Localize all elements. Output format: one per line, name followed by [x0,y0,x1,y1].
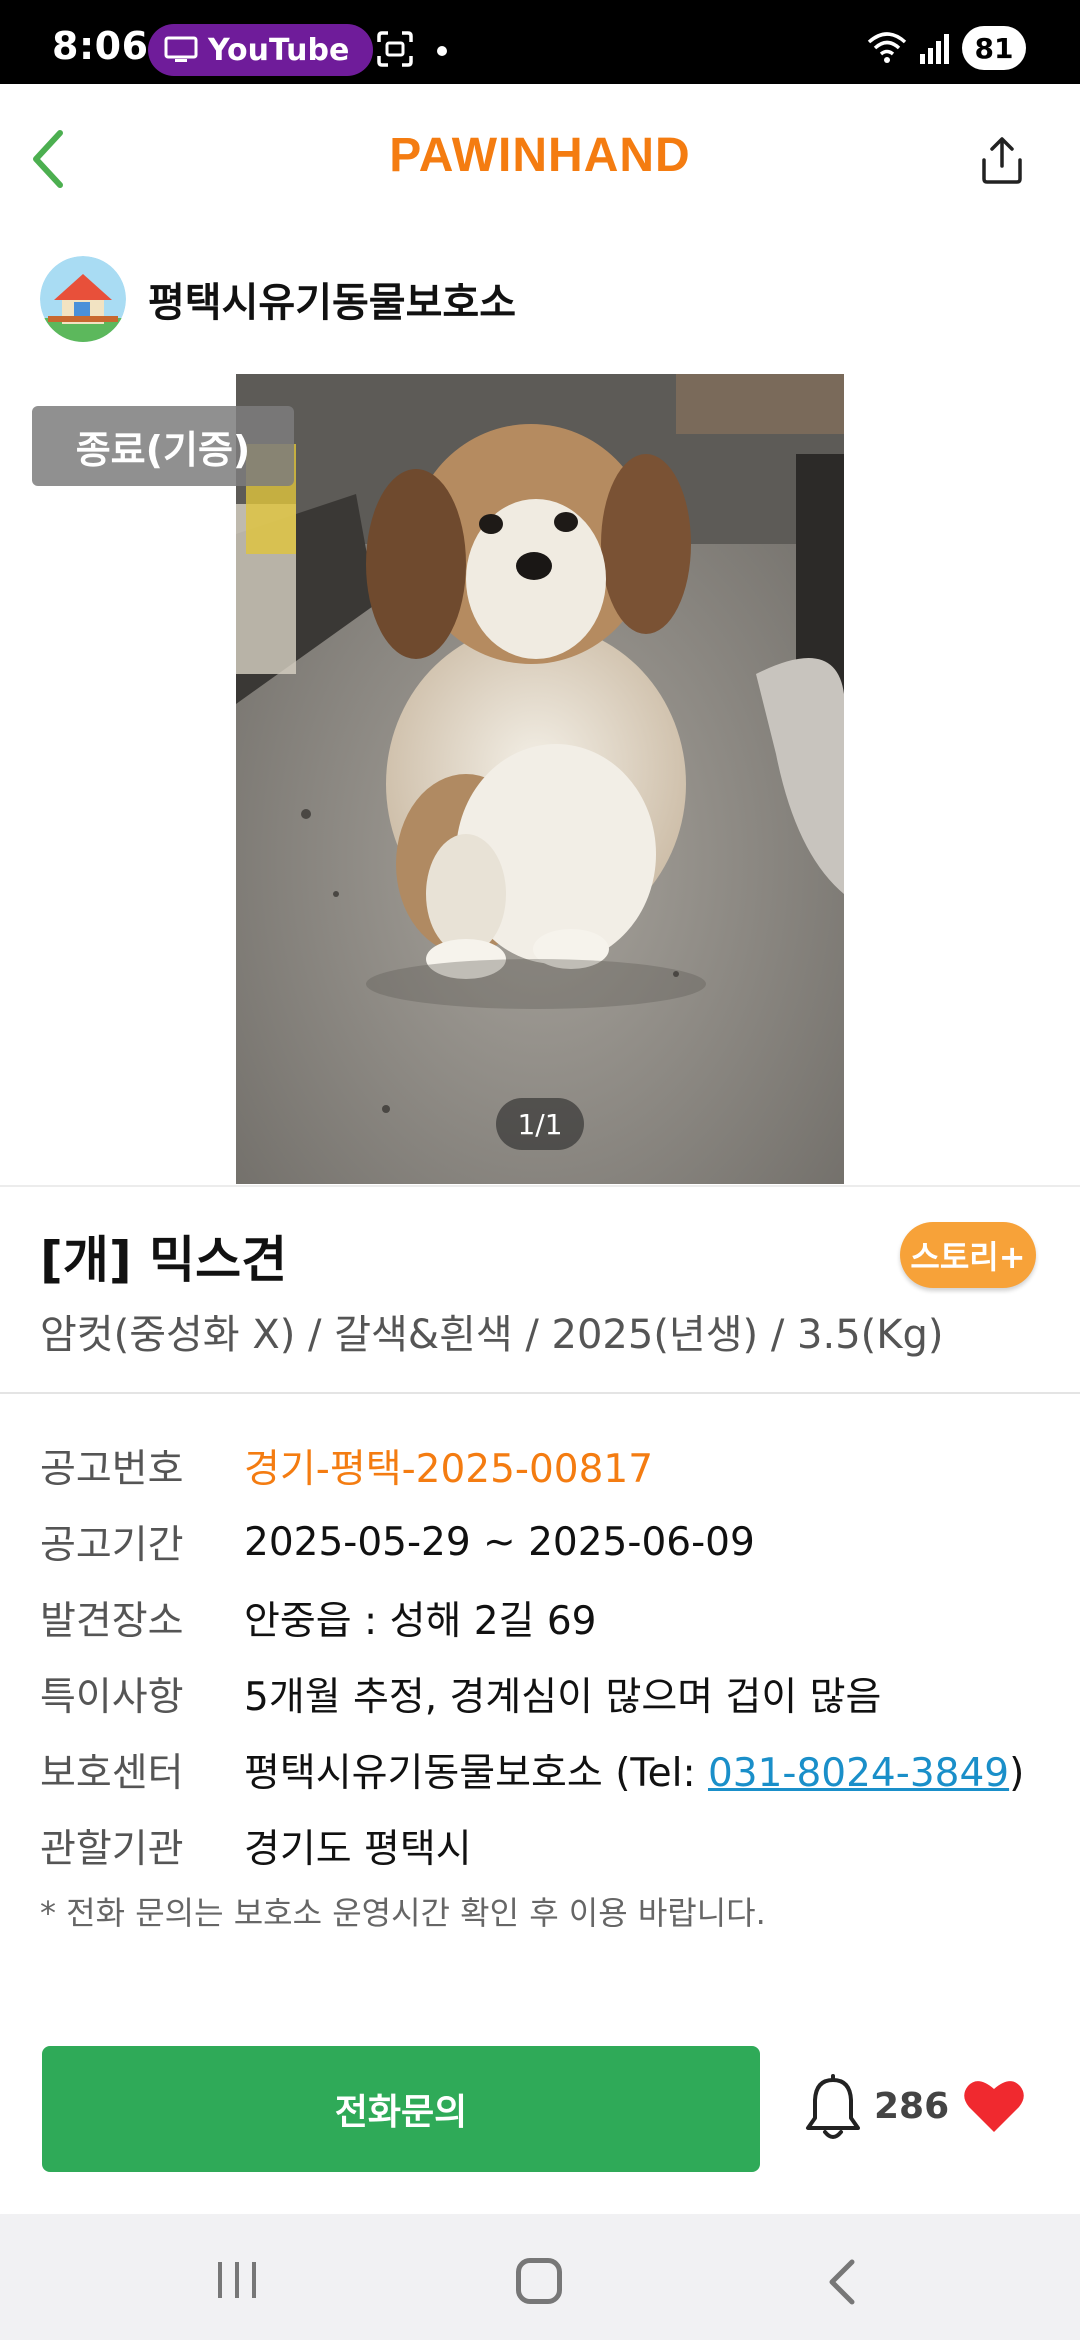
app-header: PAWINHAND [0,84,1080,234]
info-row-authority: 관할기관 경기도 평택시 [40,1808,1050,1884]
info-row-shelter-center: 보호센터 평택시유기동물보호소 (Tel: 031-8024-3849) [40,1732,1050,1808]
notification-dot [437,46,447,56]
shelter-center: 평택시유기동물보호소 (Tel: 031-8024-3849) [244,1742,1024,1798]
screenshot-icon [377,31,413,67]
shelter-center-close: ) [1009,1751,1025,1796]
story-plus-button[interactable]: 스토리+ [900,1222,1036,1288]
wifi-icon [867,32,907,63]
house-icon [40,256,126,342]
nav-back-icon[interactable] [824,2258,860,2306]
tv-icon [164,36,198,62]
divider [0,1392,1080,1394]
notice-period: 2025-05-29 ~ 2025-06-09 [244,1519,755,1565]
info-label: 공고번호 [40,1447,184,1492]
animal-photo[interactable] [236,374,844,1184]
youtube-notification-chip[interactable]: YouTube [148,24,374,76]
brand-logo: PAWINHAND [389,129,691,182]
home-icon[interactable] [516,2258,562,2304]
info-row-notice-period: 공고기간 2025-05-29 ~ 2025-06-09 [40,1504,1050,1580]
info-label: 공고기간 [40,1523,184,1568]
recent-apps-icon[interactable] [212,2260,262,2300]
notice-number: 경기-평택-2025-00817 [244,1447,654,1492]
adoption-status-tag: 종료(기증) [32,406,294,486]
shelter-phone-link[interactable]: 031-8024-3849 [708,1751,1009,1796]
signal-icon [920,34,949,64]
animal-summary: 암컷(중성화 X) / 갈색&흰색 / 2025(년생) / 3.5(Kg) [40,1312,944,1358]
shelter-info[interactable]: 평택시유기동물보호소 [40,256,516,342]
info-label: 보호센터 [40,1751,184,1796]
youtube-chip-label: YouTube [208,32,350,68]
found-location: 안중읍 : 성해 2길 69 [244,1599,597,1644]
dog-photo-image [236,374,844,1184]
info-row-special-notes: 특이사항 5개월 추정, 경계심이 많으며 겁이 많음 [40,1656,1050,1732]
info-row-notice-number: 공고번호 경기-평택-2025-00817 [40,1428,1050,1504]
phone-notice: * 전화 문의는 보호소 운영시간 확인 후 이용 바랍니다. [40,1894,766,1932]
heart-icon[interactable] [962,2076,1026,2134]
call-button[interactable]: 전화문의 [42,2046,760,2172]
alarm-count: 286 [874,2086,950,2127]
animal-title: [개] 믹스견 [40,1231,288,1289]
share-button[interactable] [970,128,1034,192]
info-label: 특이사항 [40,1675,184,1720]
info-label: 발견장소 [40,1599,184,1644]
shelter-avatar [40,256,126,342]
shelter-center-name: 평택시유기동물보호소 (Tel: [244,1751,708,1796]
status-bar: 8:06 YouTube 81 [0,0,1080,84]
shelter-name: 평택시유기동물보호소 [148,280,516,326]
info-label: 관할기관 [40,1827,184,1872]
info-table: 공고번호 경기-평택-2025-00817 공고기간 2025-05-29 ~ … [40,1428,1050,1884]
divider [0,1185,1080,1187]
bell-icon[interactable] [800,2074,866,2144]
status-time: 8:06 [52,24,149,68]
photo-pager: 1/1 [496,1098,584,1150]
share-icon [982,137,1022,184]
special-notes: 5개월 추정, 경계심이 많으며 겁이 많음 [244,1675,882,1720]
system-nav-bar [0,2214,1080,2340]
authority: 경기도 평택시 [244,1827,472,1872]
info-row-found-location: 발견장소 안중읍 : 성해 2길 69 [40,1580,1050,1656]
battery-indicator: 81 [962,26,1026,70]
